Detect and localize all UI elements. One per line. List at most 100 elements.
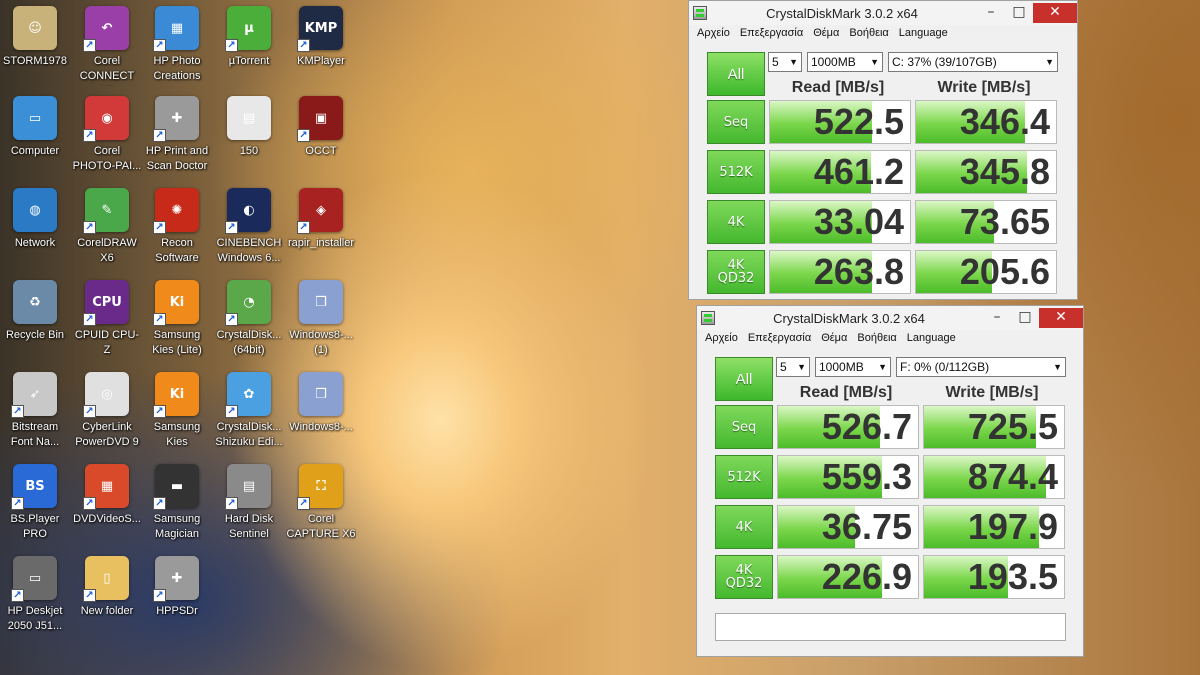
all-button[interactable]: All <box>707 52 765 96</box>
desktop-icon[interactable]: ◔ ↗ CrystalDisk... (64bit) <box>212 280 286 358</box>
test-button[interactable]: 4K QD32 <box>715 555 773 599</box>
desktop-icon[interactable]: Ki ↗ Samsung Kies <box>142 372 212 450</box>
desktop-icon[interactable]: ▭ ↗ HP Deskjet 2050 J51... <box>0 556 70 634</box>
desktop-icon[interactable]: ◍ Network <box>0 188 70 251</box>
title-bar[interactable]: CrystalDiskMark 3.0.2 x64 – □ ✕ <box>697 306 1083 330</box>
desktop-icon[interactable]: ↶↗Corel CONNECT X6 <box>72 6 142 86</box>
desktop-icon[interactable]: ◉ ↗ Corel PHOTO-PAI... <box>72 96 142 174</box>
menu-item[interactable]: Language <box>894 25 953 43</box>
read-result-cell: 36.75 <box>777 505 919 549</box>
desktop-icon[interactable]: ☺ STORM1978 <box>0 6 70 69</box>
shortcut-arrow-icon: ↗ <box>225 39 238 52</box>
desktop-icon-label: Corel PHOTO-PAI... <box>72 145 142 172</box>
close-button[interactable]: ✕ <box>1033 3 1077 23</box>
desktop-icon[interactable]: ◐ ↗ CINEBENCH Windows 6... <box>212 188 286 266</box>
size-select[interactable]: 1000MB ▼ <box>807 52 883 72</box>
desktop-icon[interactable]: ✺ ↗ Recon Software <box>142 188 212 266</box>
window-title: CrystalDiskMark 3.0.2 x64 <box>766 5 918 21</box>
desktop-icon[interactable]: ▭ Computer <box>0 96 70 159</box>
write-result-cell: 345.8 <box>915 150 1057 194</box>
shortcut-arrow-icon: ↗ <box>297 39 310 52</box>
minimize-button[interactable]: – <box>977 3 1005 23</box>
app-icon: ▦ ↗ <box>153 6 199 52</box>
runs-select[interactable]: 5 ▼ <box>768 52 802 72</box>
menu-item[interactable]: Θέμα <box>808 25 844 43</box>
minimize-button[interactable]: – <box>983 308 1011 328</box>
test-button[interactable]: 4K QD32 <box>707 250 765 294</box>
maximize-button[interactable]: □ <box>1005 3 1033 23</box>
desktop-icon-label: Corel CONNECT X6 <box>79 55 135 86</box>
drive-select[interactable]: F: 0% (0/112GB) ▼ <box>896 357 1066 377</box>
runs-select[interactable]: 5 ▼ <box>776 357 810 377</box>
title-bar[interactable]: CrystalDiskMark 3.0.2 x64 – □ ✕ <box>689 1 1077 25</box>
desktop-icon[interactable]: ▯ ↗ New folder <box>72 556 142 619</box>
shortcut-arrow-icon: ↗ <box>83 129 96 142</box>
desktop-icon[interactable]: KMP ↗ KMPlayer <box>286 6 356 69</box>
desktop-icon[interactable]: ▦ ↗ HP Photo Creations <box>142 6 212 84</box>
menu-item[interactable]: Επεξεργασία <box>735 25 808 43</box>
menu-item[interactable]: Βοήθεια <box>844 25 893 43</box>
app-glyph: ◍ <box>29 202 41 218</box>
menu-item[interactable]: Βοήθεια <box>852 330 901 348</box>
test-button[interactable]: Seq <box>715 405 773 449</box>
shortcut-arrow-icon: ↗ <box>297 497 310 510</box>
menu-item[interactable]: Language <box>902 330 961 348</box>
shortcut-arrow-icon: ↗ <box>153 129 166 142</box>
desktop-icon[interactable]: ❒ Windows8-... (1) <box>286 280 356 358</box>
menu-item[interactable]: Αρχείο <box>692 25 735 43</box>
desktop-icon[interactable]: ✚ ↗ HPPSDr <box>142 556 212 619</box>
desktop-icon[interactable]: BS ↗ BS.Player PRO <box>0 464 70 542</box>
desktop-icon[interactable]: ❒ Windows8-... <box>286 372 356 435</box>
cdm-window-c[interactable]: CrystalDiskMark 3.0.2 x64 – □ ✕ Αρχείο Επεξερ… <box>688 0 1078 300</box>
desktop-icon[interactable]: ➶ ↗ Bitstream Font Na... <box>0 372 70 450</box>
cdm-window-f[interactable]: CrystalDiskMark 3.0.2 x64 – □ ✕ Αρχείο Επεξερ… <box>696 305 1084 657</box>
desktop-icon[interactable]: ▦ ↗ DVDVideoS... <box>72 464 142 527</box>
app-glyph: ◈ <box>316 202 326 218</box>
comment-field[interactable] <box>715 613 1066 641</box>
test-label: 4K <box>727 214 745 230</box>
test-button[interactable]: 4K <box>707 200 765 244</box>
shortcut-arrow-icon: ↗ <box>297 129 310 142</box>
desktop-icon[interactable]: ▤ 150 <box>212 96 286 159</box>
read-value: 226.9 <box>821 556 912 597</box>
test-button[interactable]: 512K <box>707 150 765 194</box>
desktop-icon[interactable]: µ ↗ µTorrent <box>212 6 286 69</box>
app-glyph: ▦ <box>100 478 114 494</box>
app-glyph: Ki <box>169 294 185 310</box>
menu-item[interactable]: Θέμα <box>816 330 852 348</box>
shortcut-arrow-icon: ↗ <box>153 497 166 510</box>
app-glyph: ▣ <box>314 110 328 126</box>
test-button[interactable]: Seq <box>707 100 765 144</box>
app-glyph: ◉ <box>101 110 113 126</box>
read-result-cell: 559.3 <box>777 455 919 499</box>
desktop-icon[interactable]: ◈ ↗ rapir_installer <box>286 188 356 251</box>
maximize-button[interactable]: □ <box>1011 308 1039 328</box>
desktop-icon[interactable]: CPU ↗ CPUID CPU-Z <box>72 280 142 358</box>
close-button[interactable]: ✕ <box>1039 308 1083 328</box>
desktop-icon[interactable]: ⛶ ↗ Corel CAPTURE X6 <box>286 464 356 542</box>
desktop-icon[interactable]: ▣ ↗ OCCT <box>286 96 356 159</box>
test-button[interactable]: 512K <box>715 455 773 499</box>
menu-item[interactable]: Αρχείο <box>700 330 743 348</box>
drive-select[interactable]: C: 37% (39/107GB) ▼ <box>888 52 1058 72</box>
shortcut-arrow-icon: ↗ <box>153 221 166 234</box>
chevron-down-icon: ▼ <box>878 362 887 372</box>
desktop-icon[interactable]: ♻ Recycle Bin <box>0 280 70 343</box>
desktop-icon[interactable]: ✚ ↗ HP Print and Scan Doctor <box>142 96 212 174</box>
app-icon: ◎ ↗ <box>83 372 129 418</box>
shortcut-arrow-icon: ↗ <box>83 497 96 510</box>
desktop-icon[interactable]: ▬ ↗ Samsung Magician <box>142 464 212 542</box>
write-result-cell: 197.9 <box>923 505 1065 549</box>
desktop-icon[interactable]: ✿ ↗ CrystalDisk... Shizuku Edi... <box>212 372 286 450</box>
desktop-icon-label: rapir_installer <box>287 237 355 249</box>
test-button[interactable]: 4K <box>715 505 773 549</box>
desktop-icon[interactable]: ◎ ↗ CyberLink PowerDVD 9 <box>72 372 142 450</box>
desktop-icon[interactable]: Ki ↗ Samsung Kies (Lite) <box>142 280 212 358</box>
menu-item[interactable]: Επεξεργασία <box>743 330 816 348</box>
all-button[interactable]: All <box>715 357 773 401</box>
write-result-cell: 725.5 <box>923 405 1065 449</box>
desktop-icon[interactable]: ▤ ↗ Hard Disk Sentinel <box>212 464 286 542</box>
desktop-icon[interactable]: ✎ ↗ CorelDRAW X6 <box>72 188 142 266</box>
shortcut-arrow-icon: ↗ <box>153 589 166 602</box>
size-select[interactable]: 1000MB ▼ <box>815 357 891 377</box>
